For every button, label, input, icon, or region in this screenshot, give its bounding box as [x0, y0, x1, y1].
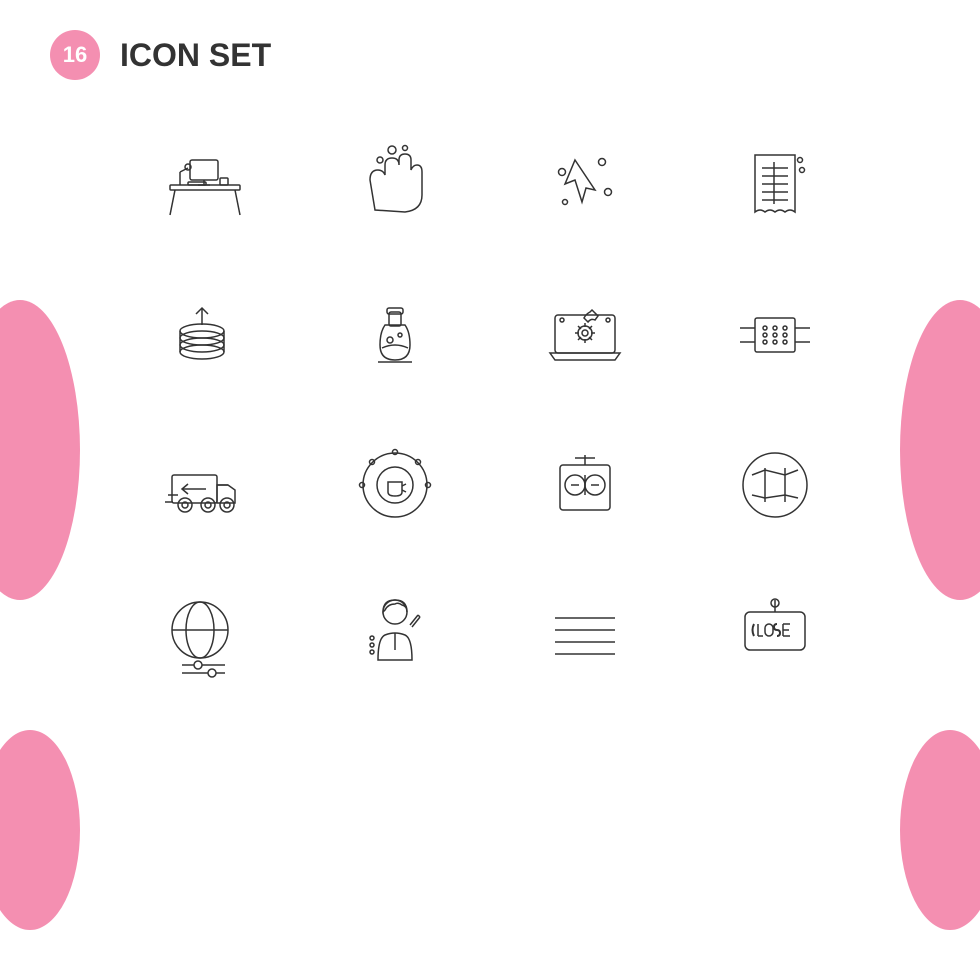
hand-glove-icon	[350, 140, 440, 230]
cursor-sparkle-icon-cell	[500, 120, 670, 250]
laptop-settings-icon	[540, 290, 630, 380]
cursor-sparkle-icon	[540, 140, 630, 230]
receipt-icon	[730, 140, 820, 230]
close-sign-icon	[730, 590, 820, 680]
coffee-donut-icon	[350, 440, 440, 530]
globe-settings-icon-cell	[120, 570, 290, 700]
hand-glove-icon-cell	[310, 120, 480, 250]
money-frame-icon	[540, 440, 630, 530]
filter-pipe-icon	[730, 290, 820, 380]
money-frame-icon-cell	[500, 420, 670, 550]
coins-icon-cell	[120, 270, 290, 400]
lines-icon-cell	[500, 570, 670, 700]
receipt-icon-cell	[690, 120, 860, 250]
decorative-blob-bottom-left	[0, 730, 80, 930]
map-circle-icon-cell	[690, 420, 860, 550]
delivery-truck-icon	[160, 440, 250, 530]
desk-icon-cell	[120, 120, 290, 250]
map-circle-icon	[730, 440, 820, 530]
receptionist-icon-cell	[310, 570, 480, 700]
coffee-donut-icon-cell	[310, 420, 480, 550]
header: 16 ICON SET	[0, 0, 980, 100]
globe-settings-icon	[160, 590, 250, 680]
icon-grid	[40, 100, 940, 720]
close-sign-icon-cell	[690, 570, 860, 700]
bottle-icon	[350, 290, 440, 380]
badge-number: 16	[50, 30, 100, 80]
lines-icon	[540, 590, 630, 680]
delivery-truck-icon-cell	[120, 420, 290, 550]
bottle-icon-cell	[310, 270, 480, 400]
filter-pipe-icon-cell	[690, 270, 860, 400]
receptionist-icon	[350, 590, 440, 680]
coins-icon	[160, 290, 250, 380]
page-title: ICON SET	[120, 37, 271, 74]
decorative-blob-bottom-right	[900, 730, 980, 930]
laptop-settings-icon-cell	[500, 270, 670, 400]
desk-icon	[160, 140, 250, 230]
